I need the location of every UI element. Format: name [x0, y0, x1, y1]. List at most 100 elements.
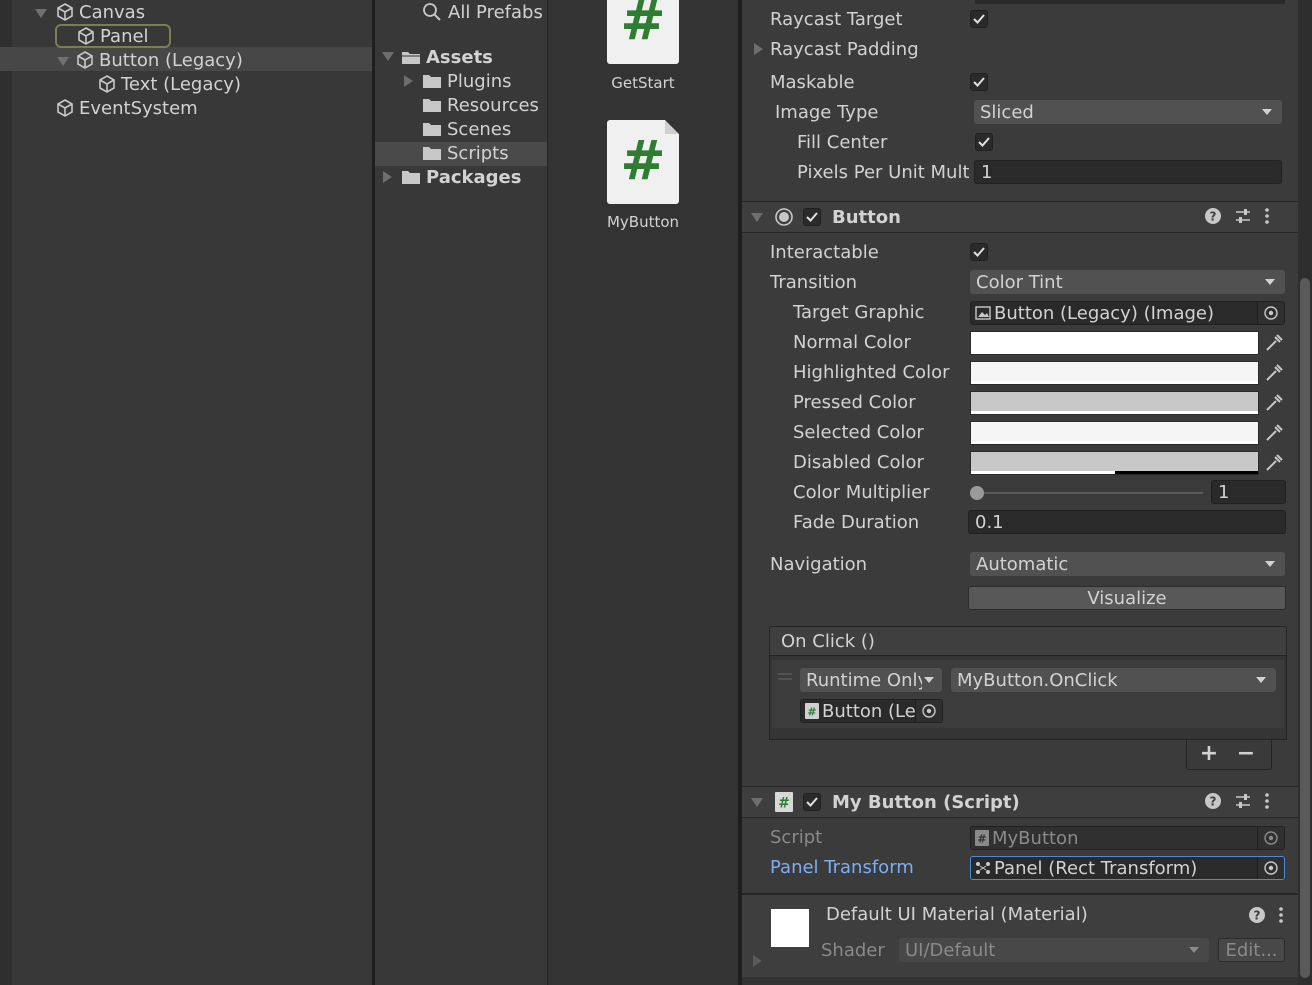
- maskable-checkbox[interactable]: [970, 73, 988, 91]
- page-corner: [665, 120, 679, 134]
- alpha-bar: [971, 381, 1258, 384]
- svg-text:?: ?: [1254, 909, 1261, 923]
- eyedropper-icon[interactable]: [1262, 391, 1286, 415]
- eyedropper-icon[interactable]: [1262, 451, 1286, 475]
- raycast-padding-label[interactable]: Raycast Padding: [770, 39, 919, 60]
- object-picker: [1257, 827, 1284, 849]
- search-icon: [423, 3, 441, 21]
- eyedropper-icon[interactable]: [1262, 421, 1286, 445]
- object-picker[interactable]: [915, 700, 942, 722]
- fold-down-icon[interactable]: [35, 8, 47, 18]
- object-picker[interactable]: [1257, 302, 1284, 324]
- object-picker[interactable]: [1257, 857, 1284, 879]
- hierarchy-item-canvas[interactable]: Canvas: [35, 0, 145, 24]
- fold-right-icon[interactable]: [404, 75, 413, 87]
- presets-icon[interactable]: [1234, 792, 1252, 810]
- script-enabled-checkbox[interactable]: [803, 793, 821, 811]
- edit-shader-button[interactable]: Edit...: [1218, 938, 1285, 962]
- help-icon[interactable]: ?: [1204, 207, 1222, 225]
- field-partial: [975, 0, 1285, 4]
- button-enabled-checkbox[interactable]: [803, 208, 821, 226]
- alpha-bar: [971, 441, 1258, 444]
- asset-getstart[interactable]: #: [607, 0, 679, 64]
- selected-color-swatch[interactable]: [970, 421, 1259, 445]
- eyedropper-icon[interactable]: [1262, 361, 1286, 385]
- object-field-value: MyButton: [992, 827, 1079, 849]
- hierarchy-item-eventsystem[interactable]: EventSystem: [55, 96, 198, 120]
- remove-listener-button[interactable]: −: [1235, 741, 1257, 766]
- event-target-field[interactable]: # Button (Le: [800, 699, 943, 723]
- runtime-mode-dropdown[interactable]: Runtime Only: [800, 668, 942, 692]
- header-icons: ?: [1204, 207, 1270, 225]
- kebab-menu-icon[interactable]: [1264, 207, 1270, 225]
- disabled-color-swatch[interactable]: [970, 451, 1259, 475]
- gameobject-icon: [57, 3, 73, 21]
- highlighted-color-swatch[interactable]: [970, 361, 1259, 385]
- hierarchy-label: Canvas: [79, 1, 146, 23]
- folder-assets[interactable]: Assets: [402, 45, 493, 69]
- fold-right-icon[interactable]: [754, 43, 763, 55]
- fold-down-icon[interactable]: [382, 52, 394, 61]
- checkmark-icon: [973, 77, 985, 87]
- fold-down-icon[interactable]: [751, 213, 763, 222]
- presets-icon[interactable]: [1234, 207, 1252, 225]
- color-multiplier-field[interactable]: 1: [1211, 480, 1286, 504]
- interactable-checkbox[interactable]: [970, 243, 988, 261]
- dropdown-value: Sliced: [980, 101, 1034, 123]
- rect-transform-icon: [976, 862, 990, 874]
- folder-icon: [423, 147, 441, 160]
- hierarchy-item-button[interactable]: Button (Legacy): [57, 48, 243, 72]
- add-listener-button[interactable]: +: [1198, 741, 1220, 766]
- help-icon[interactable]: ?: [1204, 792, 1222, 810]
- hierarchy-item-text[interactable]: Text (Legacy): [97, 72, 241, 96]
- pressed-color-swatch[interactable]: [970, 391, 1259, 415]
- all-prefabs-item[interactable]: All Prefabs: [422, 0, 543, 24]
- normal-color-swatch[interactable]: [970, 331, 1259, 355]
- chevron-down-icon: [1265, 279, 1275, 285]
- target-graphic-field[interactable]: Button (Legacy) (Image): [970, 301, 1285, 325]
- fill-center-checkbox[interactable]: [975, 133, 993, 151]
- function-dropdown[interactable]: MyButton.OnClick: [951, 668, 1276, 692]
- visualize-button[interactable]: Visualize: [968, 586, 1286, 610]
- kebab-menu-icon[interactable]: [1264, 792, 1270, 810]
- asset-mybutton[interactable]: #: [607, 120, 679, 204]
- kebab-menu-icon[interactable]: [1278, 906, 1284, 924]
- slider-track[interactable]: [975, 492, 1203, 494]
- folder-plugins[interactable]: Plugins: [423, 69, 511, 93]
- chevron-down-icon: [924, 677, 934, 683]
- folder-scripts[interactable]: Scripts: [423, 141, 509, 165]
- header-icons: ?: [1204, 792, 1270, 810]
- pixels-per-unit-field[interactable]: 1: [974, 160, 1282, 184]
- help-icon[interactable]: ?: [1248, 906, 1266, 924]
- folder-label: Assets: [426, 46, 493, 68]
- csharp-script-icon: #: [620, 129, 666, 192]
- scrollbar-thumb[interactable]: [1300, 278, 1310, 978]
- folder-scenes[interactable]: Scenes: [423, 117, 511, 141]
- transition-dropdown[interactable]: Color Tint: [970, 270, 1285, 294]
- shader-dropdown[interactable]: UI/Default: [899, 938, 1209, 962]
- folder-resources[interactable]: Resources: [423, 93, 539, 117]
- folder-label: Scripts: [447, 142, 509, 164]
- target-picker-icon: [1264, 861, 1278, 875]
- hierarchy-item-panel[interactable]: Panel: [76, 24, 149, 48]
- navigation-dropdown[interactable]: Automatic: [970, 552, 1285, 576]
- fold-down-icon[interactable]: [751, 798, 763, 807]
- drag-handle-icon[interactable]: [778, 673, 792, 681]
- fold-right-icon[interactable]: [383, 171, 392, 183]
- fold-down-icon[interactable]: [57, 56, 69, 66]
- fade-duration-field[interactable]: 0.1: [968, 510, 1286, 534]
- slider-thumb[interactable]: [970, 486, 984, 500]
- csharp-script-icon: #: [620, 0, 666, 52]
- fold-right-icon[interactable]: [753, 955, 762, 967]
- folder-icon: [423, 123, 441, 136]
- folder-packages[interactable]: Packages: [402, 165, 521, 189]
- raycast-target-checkbox[interactable]: [970, 10, 988, 28]
- eyedropper-icon[interactable]: [1262, 331, 1286, 355]
- folder-label: Resources: [447, 94, 539, 116]
- raycast-target-label: Raycast Target: [770, 9, 903, 30]
- panel-transform-field[interactable]: Panel (Rect Transform): [970, 856, 1285, 880]
- folder-icon: [423, 75, 441, 88]
- svg-text:#: #: [778, 796, 790, 812]
- chevron-down-icon: [1262, 109, 1272, 115]
- image-type-dropdown[interactable]: Sliced: [974, 100, 1282, 124]
